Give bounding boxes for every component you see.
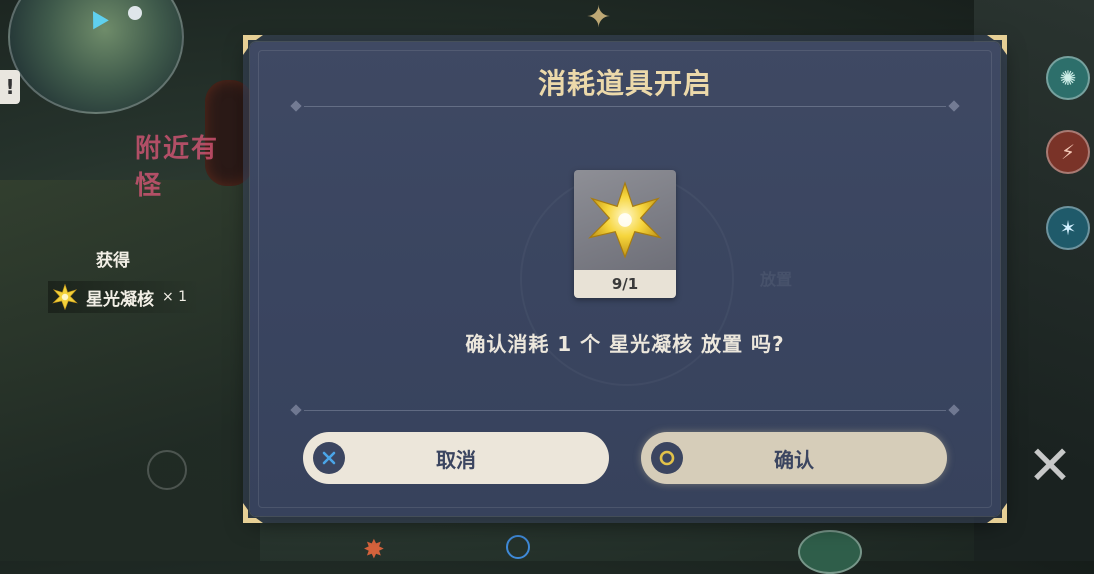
- acquired-item-name: 星光凝核: [86, 289, 154, 310]
- consume-item-dialog: 消耗道具开启 放置 9/1 确认消耗 1 个 星光凝核 放置 吗? 取消 确认: [243, 35, 1007, 523]
- quest-notice-icon[interactable]: !: [0, 70, 20, 104]
- confirm-message: 确认消耗 1 个 星光凝核 放置 吗?: [465, 332, 785, 356]
- dialog-title: 消耗道具开启: [537, 67, 712, 100]
- cancel-label: 取消: [436, 447, 476, 472]
- x-icon: [313, 442, 345, 474]
- acquired-item-row: 星光凝核 × 1: [48, 281, 202, 313]
- corner-ornament-icon: [243, 503, 263, 523]
- confirm-button[interactable]: 确认: [641, 432, 947, 484]
- divider: [288, 404, 962, 418]
- player-arrow-icon: [85, 6, 109, 30]
- corner-ornament-icon: [243, 35, 263, 55]
- sprint-button[interactable]: ✶: [1046, 206, 1090, 250]
- circle-icon: [651, 442, 683, 474]
- gadget-button[interactable]: ⚡: [1046, 130, 1090, 174]
- item-acquired-notice: 获得 星光凝核 × 1: [48, 246, 202, 313]
- starlight-core-icon: [588, 181, 662, 259]
- item-card: 9/1: [574, 170, 676, 298]
- corner-ornament-icon: [987, 503, 1007, 523]
- item-art: [574, 170, 676, 270]
- hydro-element-icon: [506, 535, 530, 559]
- acquired-item-count: × 1: [162, 289, 188, 305]
- crosshair-icon: [147, 450, 187, 490]
- corner-ornament-icon: [987, 35, 1007, 55]
- rock-terrain-left: [0, 180, 260, 561]
- cancel-button[interactable]: 取消: [303, 432, 609, 484]
- elemental-skill-button[interactable]: ✺: [1046, 56, 1090, 100]
- confirm-label: 确认: [774, 447, 814, 472]
- compass-star-icon: ✦: [586, 0, 612, 35]
- ghost-place-label: 放置: [760, 270, 793, 289]
- background-sign-text: 附近有怪: [135, 134, 220, 201]
- map-pin-icon: [128, 6, 142, 20]
- starlight-core-icon: [52, 284, 78, 310]
- acquired-title: 获得: [96, 251, 130, 271]
- divider: [288, 100, 962, 114]
- item-count: 9/1: [574, 270, 676, 298]
- elemental-burst-button[interactable]: [798, 530, 862, 574]
- attack-button[interactable]: ✕: [1010, 420, 1090, 510]
